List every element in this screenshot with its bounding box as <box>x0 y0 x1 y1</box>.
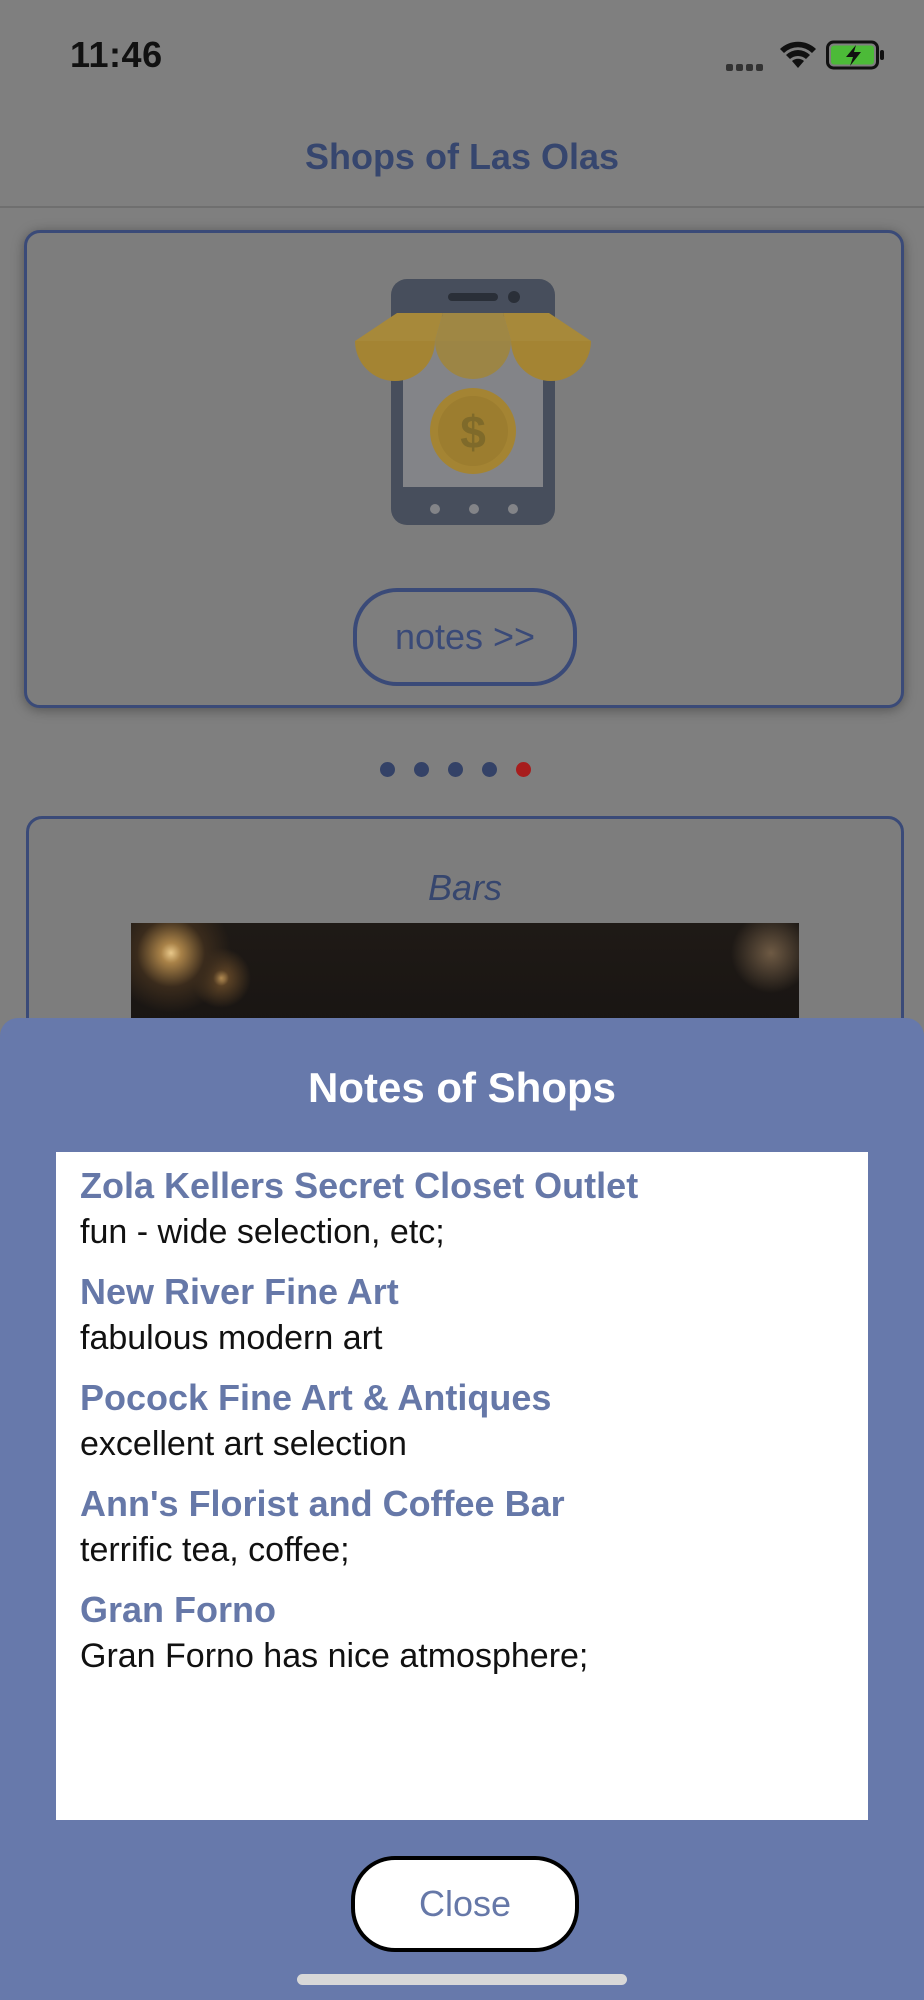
cellular-signal-icon <box>726 58 770 71</box>
note-shop-name: Gran Forno <box>80 1589 276 1630</box>
notes-button[interactable]: notes >> <box>353 588 577 686</box>
shop-card[interactable]: $ notes >> <box>24 230 904 708</box>
note-item: Ann's Florist and Coffee Bar terrific te… <box>80 1482 565 1574</box>
note-text: Gran Forno has nice atmosphere; <box>80 1637 589 1675</box>
notes-list[interactable]: Zola Kellers Secret Closet Outlet fun - … <box>56 1152 868 1820</box>
note-shop-name: Pocock Fine Art & Antiques <box>80 1377 552 1418</box>
page-title: Shops of Las Olas <box>304 136 620 177</box>
svg-text:$: $ <box>460 406 486 458</box>
category-title: Bars <box>427 867 503 908</box>
note-text: terrific tea, coffee; <box>80 1531 350 1569</box>
note-shop-name: New River Fine Art <box>80 1271 399 1312</box>
notes-sheet: Notes of Shops Zola Kellers Secret Close… <box>0 1018 924 2000</box>
page-dot[interactable] <box>482 762 497 777</box>
shop-phone-icon: $ <box>355 279 591 525</box>
page-dot[interactable] <box>414 762 429 777</box>
page-indicator[interactable] <box>380 762 550 780</box>
page-dot[interactable] <box>380 762 395 777</box>
note-item: Pocock Fine Art & Antiques excellent art… <box>80 1376 551 1468</box>
battery-charging-icon <box>826 40 884 70</box>
note-shop-name: Ann's Florist and Coffee Bar <box>80 1483 565 1524</box>
page-dot[interactable] <box>448 762 463 777</box>
navigation-bar: Shops of Las Olas <box>0 110 924 208</box>
status-time: 11:46 <box>70 34 163 75</box>
note-item: New River Fine Art fabulous modern art <box>80 1270 399 1362</box>
sheet-title: Notes of Shops <box>307 1064 616 1111</box>
note-text: fun - wide selection, etc; <box>80 1213 445 1251</box>
note-item: Zola Kellers Secret Closet Outlet fun - … <box>80 1164 638 1256</box>
wifi-icon <box>780 41 816 68</box>
home-indicator[interactable] <box>297 1974 627 1985</box>
page-dot-active[interactable] <box>516 762 531 777</box>
close-button[interactable]: Close <box>351 1856 579 1952</box>
note-item: Gran Forno Gran Forno has nice atmospher… <box>80 1588 588 1680</box>
note-text: fabulous modern art <box>80 1319 383 1357</box>
note-text: excellent art selection <box>80 1425 407 1463</box>
note-shop-name: Zola Kellers Secret Closet Outlet <box>80 1165 639 1206</box>
status-bar: 11:46 <box>0 0 924 110</box>
